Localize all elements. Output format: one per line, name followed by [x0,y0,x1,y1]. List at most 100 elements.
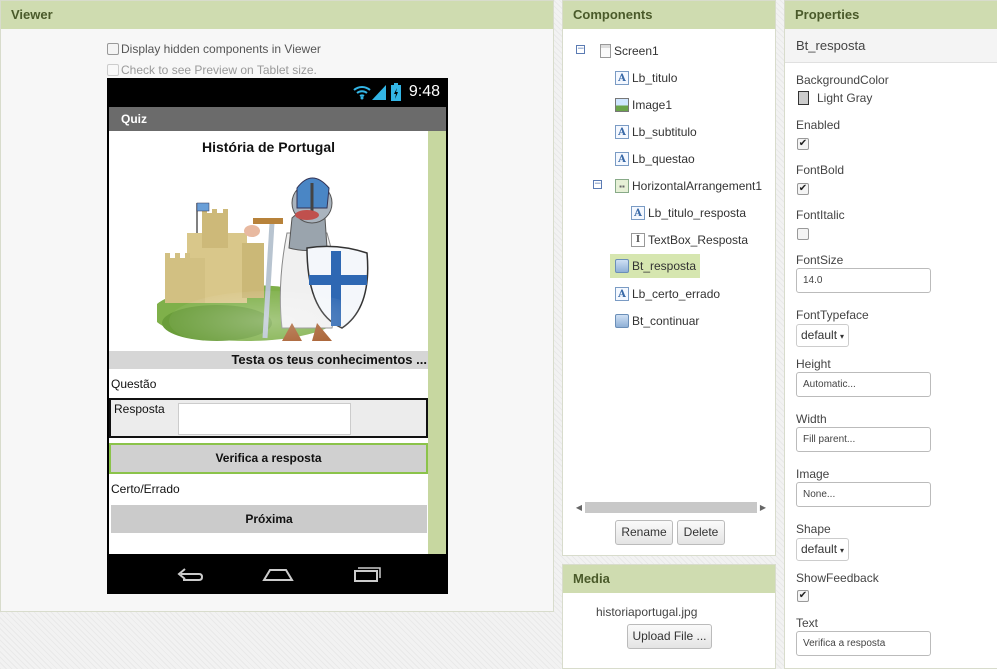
image-icon [615,98,629,112]
tree-item-label: Lb_titulo_resposta [648,206,747,220]
viewer-header: Viewer [1,1,553,29]
tree-item-lb-questao[interactable]: A Lb_questao [615,149,695,169]
showfeedback-checkbox[interactable]: ✔ [797,590,809,602]
width-label: Width [796,412,827,426]
text-label: Text [796,616,819,630]
height-input[interactable]: Automatic... [796,372,931,397]
upload-file-button[interactable]: Upload File ... [627,624,712,649]
collapse-harr-icon[interactable]: − [593,180,602,189]
delete-button[interactable]: Delete [677,520,725,545]
app-screen: História de Portugal Testa os teus conhe… [109,131,446,554]
showfeedback-label: ShowFeedback [796,571,879,585]
lb-titulo-resposta[interactable]: Resposta [114,402,165,416]
shape-value: default [801,542,838,556]
textbox-resposta[interactable] [178,403,351,435]
label-icon: A [631,206,645,220]
tree-item-textbox-resposta[interactable]: I TextBox_Resposta [631,230,748,250]
collapse-screen1-icon[interactable]: − [576,45,585,54]
tablet-preview-row[interactable]: Check to see Preview on Tablet size. [107,63,317,77]
lb-certo-errado[interactable]: Certo/Errado [111,482,180,496]
back-icon[interactable] [175,562,205,584]
enabled-checkbox[interactable]: ✔ [797,138,809,150]
tablet-preview-label: Check to see Preview on Tablet size. [121,63,317,77]
scrollbar-thumb[interactable] [585,501,757,513]
image-label: Image [796,467,830,481]
tree-item-image1[interactable]: Image1 [615,95,672,115]
tree-item-lb-certo-errado[interactable]: A Lb_certo_errado [615,284,720,304]
battery-icon [391,83,401,101]
components-panel: Components − Screen1 A Lb_titulo Image1 … [562,0,776,556]
tree-item-label: Lb_certo_errado [632,287,721,301]
tree-item-screen1[interactable]: Screen1 [600,41,659,61]
fonttypeface-label: FontTypeface [796,308,869,322]
scroll-right-icon[interactable]: ▶ [757,503,769,512]
text-input[interactable]: Verifica a resposta [796,631,931,656]
lb-questao[interactable]: Questão [111,377,156,391]
height-label: Height [796,357,831,371]
tree-item-horizontal-arrangement1[interactable]: ▪▪ HorizontalArrangement1 [615,176,762,196]
label-icon: A [615,152,629,166]
shape-label: Shape [796,522,831,536]
tree-item-bt-continuar[interactable]: Bt_continuar [615,311,699,331]
components-hscrollbar[interactable]: ◀ ▶ [573,500,769,514]
screen-icon [600,44,611,58]
tree-item-label: Lb_questao [632,152,695,166]
tree-item-label: Bt_resposta [632,259,697,273]
viewer-panel: Viewer Display hidden components in View… [0,0,554,612]
image-input[interactable]: None... [796,482,931,507]
tree-item-label: TextBox_Resposta [648,233,749,247]
rename-button[interactable]: Rename [615,520,673,545]
label-icon: A [615,125,629,139]
app-title-bar: Quiz [109,107,446,131]
shape-select[interactable]: default ▾ [796,538,850,561]
fontbold-checkbox[interactable]: ✔ [797,183,809,195]
fonttypeface-value: default [801,328,838,342]
lb-subtitulo[interactable]: Testa os teus conhecimentos ... [109,351,428,369]
fonttypeface-select[interactable]: default ▾ [796,324,850,347]
bt-continuar[interactable]: Próxima [111,505,427,533]
scroll-left-icon[interactable]: ◀ [573,503,585,512]
tree-item-lb-titulo[interactable]: A Lb_titulo [615,68,677,88]
status-bar: 9:48 [107,78,448,107]
properties-header: Properties [785,1,997,29]
tree-item-label: Lb_titulo [632,71,678,85]
home-icon[interactable] [262,562,294,584]
recents-icon[interactable] [351,562,381,584]
textbox-icon: I [631,233,645,247]
wifi-icon [353,86,371,100]
button-icon [615,259,629,273]
horizontal-arrangement-icon: ▪▪ [615,179,629,193]
phone-preview: 9:48 Quiz História de Portugal Testa os … [107,78,448,594]
bt-resposta[interactable]: Verifica a resposta [109,443,428,474]
tree-item-label: Screen1 [614,44,659,58]
enabled-label: Enabled [796,118,841,132]
horizontal-arrangement1[interactable]: Resposta [109,398,428,438]
lb-titulo[interactable]: História de Portugal [109,139,428,155]
chevron-down-icon: ▾ [840,546,845,555]
properties-panel: Properties Bt_resposta BackgroundColor L… [784,0,997,669]
chevron-down-icon: ▾ [840,332,845,341]
background-color-value[interactable]: Light Gray [817,91,872,105]
media-file[interactable]: historiaportugal.jpg [596,605,697,619]
screen-scrollbar [428,131,446,554]
tablet-preview-checkbox[interactable] [107,64,119,76]
fontsize-label: FontSize [796,253,844,267]
fontitalic-checkbox[interactable] [797,228,809,240]
tree-item-label: Bt_continuar [632,314,700,328]
tree-item-label: Image1 [632,98,673,112]
width-input[interactable]: Fill parent... [796,427,931,452]
tree-item-bt-resposta[interactable]: Bt_resposta [610,254,701,278]
color-swatch[interactable] [798,91,809,105]
display-hidden-checkbox[interactable] [107,43,119,55]
button-icon [615,314,629,328]
tree-item-lb-subtitulo[interactable]: A Lb_subtitulo [615,122,697,142]
selected-component-name: Bt_resposta [785,29,997,63]
fontsize-input[interactable]: 14.0 [796,268,931,293]
signal-icon [372,85,386,100]
tree-item-lb-titulo-resposta[interactable]: A Lb_titulo_resposta [631,203,746,223]
display-hidden-row[interactable]: Display hidden components in Viewer [107,42,321,56]
media-panel: Media historiaportugal.jpg Upload File .… [562,564,776,669]
status-time: 9:48 [408,83,440,100]
tree-item-label: Lb_subtitulo [632,125,697,139]
image1-knight-illustration[interactable] [157,163,383,343]
